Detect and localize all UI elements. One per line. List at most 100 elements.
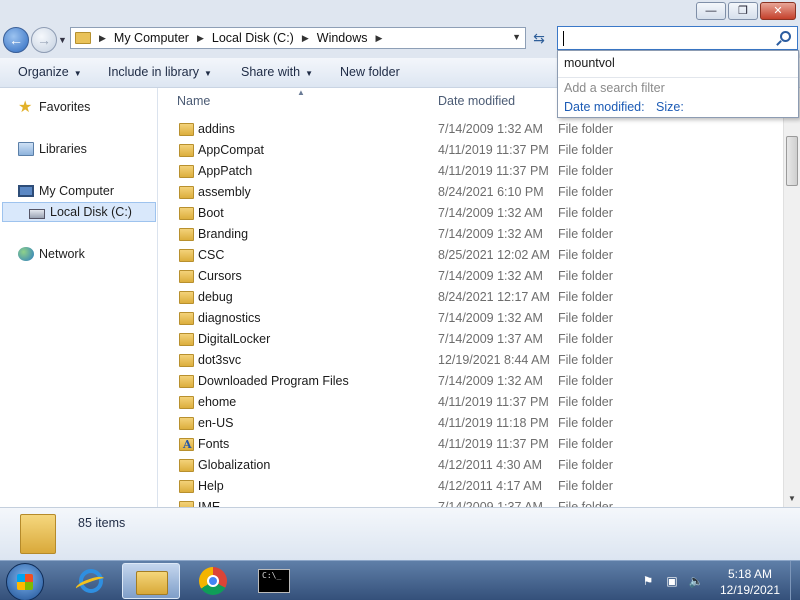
file-row[interactable]: assembly 8/24/2021 6:10 PM File folder: [159, 182, 783, 203]
folder-icon: [179, 228, 194, 241]
column-header-date-modified[interactable]: Date modified: [438, 94, 515, 108]
forward-button[interactable]: →: [31, 27, 57, 53]
nav-my-computer-label: My Computer: [39, 184, 115, 198]
start-button[interactable]: [6, 563, 44, 600]
recent-pages-dropdown[interactable]: ▼: [58, 35, 67, 45]
show-desktop-button[interactable]: [790, 561, 800, 600]
breadcrumb-my-computer[interactable]: My Computer: [114, 31, 189, 45]
taskbar-command-prompt[interactable]: C:\_: [245, 563, 303, 599]
filter-size[interactable]: Size:: [656, 100, 684, 114]
breadcrumb-local-disk[interactable]: Local Disk (C:): [212, 31, 294, 45]
file-type: File folder: [558, 374, 613, 388]
file-row[interactable]: Boot 7/14/2009 1:32 AM File folder: [159, 203, 783, 224]
taskbar-windows-explorer[interactable]: [122, 563, 180, 599]
search-icon[interactable]: [780, 31, 791, 42]
file-type: File folder: [558, 353, 613, 367]
file-name: assembly: [198, 185, 251, 199]
file-type: File folder: [558, 437, 613, 451]
breadcrumb-windows[interactable]: Windows: [317, 31, 368, 45]
file-row[interactable]: IME 7/14/2009 1:37 AM File folder: [159, 497, 783, 507]
file-name: Downloaded Program Files: [198, 374, 349, 388]
file-type: File folder: [558, 458, 613, 472]
file-name: AppPatch: [198, 164, 253, 178]
file-date-modified: 4/11/2019 11:18 PM: [438, 416, 549, 430]
back-arrow-icon: ←: [9, 32, 23, 48]
search-suggestions-dropdown: mountvol Add a search filter Date modifi…: [557, 50, 799, 118]
star-icon: [18, 97, 34, 117]
file-row[interactable]: Downloaded Program Files 7/14/2009 1:32 A…: [159, 371, 783, 392]
file-row[interactable]: Help 4/12/2011 4:17 AM File folder: [159, 476, 783, 497]
file-name: CSC: [198, 248, 225, 262]
file-date-modified: 7/14/2009 1:32 AM: [438, 311, 543, 325]
file-type: File folder: [558, 416, 613, 430]
file-type: File folder: [558, 311, 613, 325]
minimize-button[interactable]: —: [696, 2, 726, 20]
nav-libraries[interactable]: Libraries: [18, 142, 87, 156]
nav-my-computer[interactable]: My Computer: [18, 184, 114, 198]
windows-explorer-icon: [136, 571, 168, 595]
file-row[interactable]: diagnostics 7/14/2009 1:32 AM File folder: [159, 308, 783, 329]
file-name: Fonts: [198, 437, 230, 451]
nav-local-disk[interactable]: Local Disk (C:): [2, 202, 156, 222]
file-type: File folder: [558, 395, 613, 409]
file-row[interactable]: addins 7/14/2009 1:32 AM File folder: [159, 119, 783, 140]
scroll-down-button[interactable]: ▼: [784, 490, 800, 507]
close-icon: ✕: [773, 5, 783, 17]
file-row[interactable]: en-US 4/11/2019 11:18 PM File folder: [159, 413, 783, 434]
include-in-library-button[interactable]: Include in library ▼: [108, 65, 212, 79]
nav-network[interactable]: Network: [18, 247, 85, 261]
file-row[interactable]: CSC 8/25/2021 12:02 AM File folder: [159, 245, 783, 266]
file-row[interactable]: Fonts 4/11/2019 11:37 PM File folder: [159, 434, 783, 455]
sort-ascending-icon: ▲: [297, 88, 305, 97]
breadcrumb-separator-icon[interactable]: ▶: [375, 33, 382, 44]
taskbar-google-chrome[interactable]: [184, 563, 242, 599]
computer-icon: [18, 185, 34, 197]
system-tray: ⚑ ▣ 🔈: [640, 573, 712, 589]
forward-arrow-icon: →: [37, 32, 51, 48]
close-button[interactable]: ✕: [760, 2, 796, 20]
breadcrumb-separator-icon[interactable]: ▶: [99, 33, 106, 44]
file-row[interactable]: AppPatch 4/11/2019 11:37 PM File folder: [159, 161, 783, 182]
command-prompt-icon: C:\_: [258, 569, 290, 593]
new-folder-button[interactable]: New folder: [340, 65, 400, 79]
file-row[interactable]: Cursors 7/14/2009 1:32 AM File folder: [159, 266, 783, 287]
file-type: File folder: [558, 479, 613, 493]
file-type: File folder: [558, 227, 613, 241]
address-history-dropdown[interactable]: ▼: [512, 32, 521, 42]
volume-icon[interactable]: 🔈: [688, 573, 704, 589]
breadcrumb-separator-icon[interactable]: ▶: [302, 33, 309, 44]
column-header-name[interactable]: Name: [177, 94, 210, 108]
nav-local-disk-label: Local Disk (C:): [50, 205, 132, 219]
taskbar-internet-explorer[interactable]: [62, 563, 120, 599]
filter-date-modified[interactable]: Date modified:: [564, 100, 645, 114]
file-row[interactable]: AppCompat 4/11/2019 11:37 PM File folder: [159, 140, 783, 161]
file-row[interactable]: Branding 7/14/2009 1:32 AM File folder: [159, 224, 783, 245]
search-input[interactable]: [557, 26, 798, 50]
file-type: File folder: [558, 269, 613, 283]
address-bar[interactable]: ▶ My Computer ▶ Local Disk (C:) ▶ Window…: [70, 27, 526, 49]
file-date-modified: 7/14/2009 1:37 AM: [438, 332, 543, 346]
file-row[interactable]: DigitalLocker 7/14/2009 1:37 AM File folde…: [159, 329, 783, 350]
breadcrumb-separator-icon[interactable]: ▶: [197, 33, 204, 44]
navigation-pane: Favorites Libraries My Computer Local Di…: [0, 88, 158, 507]
organize-button[interactable]: Organize ▼: [18, 65, 82, 79]
action-center-icon[interactable]: ⚑: [640, 573, 656, 589]
folder-icon: [179, 312, 194, 325]
folder-icon: [179, 459, 194, 472]
file-row[interactable]: dot3svc 12/19/2021 8:44 AM File folder: [159, 350, 783, 371]
maximize-button[interactable]: ❐: [728, 2, 758, 20]
back-button[interactable]: ←: [3, 27, 29, 53]
file-row[interactable]: debug 8/24/2021 12:17 AM File folder: [159, 287, 783, 308]
file-date-modified: 7/14/2009 1:37 AM: [438, 500, 543, 507]
refresh-button[interactable]: ⇆: [528, 28, 550, 48]
file-row[interactable]: Globalization 4/12/2011 4:30 AM File folde…: [159, 455, 783, 476]
network-status-icon[interactable]: ▣: [664, 573, 680, 589]
search-history-item[interactable]: mountvol: [564, 56, 615, 70]
vertical-scrollbar[interactable]: ▲ ▼: [783, 88, 800, 507]
taskbar-clock[interactable]: 5:18 AM 12/19/2021: [712, 566, 788, 598]
clock-time: 5:18 AM: [727, 567, 773, 581]
scrollbar-thumb[interactable]: [786, 136, 798, 186]
file-row[interactable]: ehome 4/11/2019 11:37 PM File folder: [159, 392, 783, 413]
share-with-button[interactable]: Share with ▼: [241, 65, 313, 79]
nav-favorites[interactable]: Favorites: [18, 97, 90, 117]
